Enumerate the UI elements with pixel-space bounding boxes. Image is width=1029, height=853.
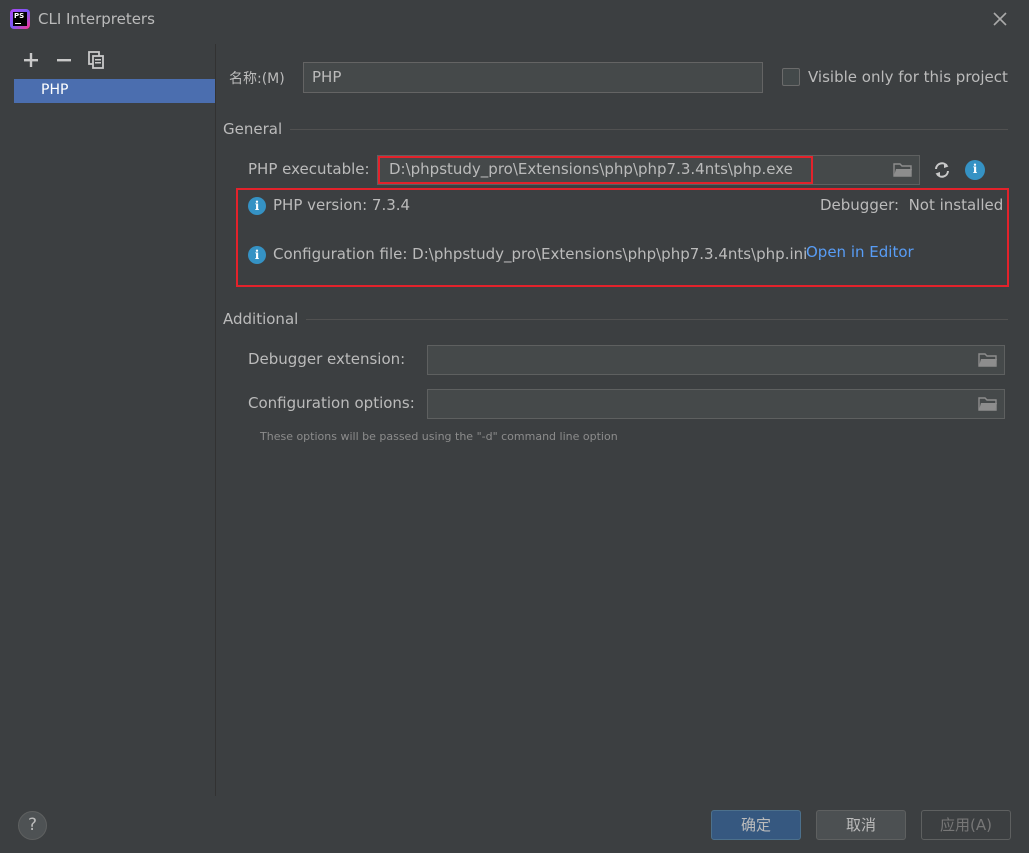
copy-interpreter-button[interactable] — [86, 50, 106, 70]
visible-only-label[interactable]: Visible only for this project — [808, 68, 1008, 86]
debugger-extension-input[interactable] — [427, 345, 1005, 375]
configuration-options-hint: These options will be passed using the "… — [260, 430, 618, 443]
configuration-file-text: Configuration file: D:\phpstudy_pro\Exte… — [273, 245, 808, 263]
phpstorm-logo-text: PS — [14, 12, 25, 20]
name-input[interactable]: PHP — [303, 62, 763, 93]
help-button[interactable]: ? — [18, 811, 47, 840]
ok-button[interactable]: 确定 — [711, 810, 801, 840]
php-executable-label: PHP executable: — [248, 160, 370, 178]
browse-options-button[interactable] — [978, 396, 998, 412]
visible-only-checkbox[interactable] — [782, 68, 800, 86]
configuration-options-input[interactable] — [427, 389, 1005, 419]
additional-section-title: Additional — [223, 310, 299, 328]
interpreter-label: PHP — [41, 82, 69, 98]
remove-interpreter-button[interactable] — [55, 50, 73, 70]
cancel-button[interactable]: 取消 — [816, 810, 906, 840]
minus-icon — [57, 59, 71, 62]
configuration-options-label: Configuration options: — [248, 394, 415, 412]
refresh-icon — [935, 162, 949, 178]
debugger-extension-label: Debugger extension: — [248, 350, 406, 368]
info-icon[interactable]: i — [965, 160, 985, 180]
name-label: 名称:(M) — [229, 71, 285, 87]
close-button[interactable] — [990, 8, 1010, 30]
browse-executable-button[interactable] — [893, 162, 913, 178]
window-title: CLI Interpreters — [38, 10, 155, 28]
plus-icon — [24, 53, 38, 67]
list-item[interactable]: PHP — [14, 79, 215, 103]
folder-icon — [978, 353, 997, 367]
close-icon — [993, 12, 1007, 26]
panel-divider — [215, 44, 216, 796]
general-section-title: General — [223, 120, 283, 138]
debugger-status-text: Debugger: Not installed — [820, 196, 1004, 214]
apply-button[interactable]: 应用(A) — [921, 810, 1011, 840]
folder-icon — [978, 397, 997, 411]
copy-icon — [88, 51, 104, 69]
php-version-text: PHP version: 7.3.4 — [273, 196, 411, 214]
additional-separator — [306, 319, 1008, 320]
info-icon: i — [248, 197, 266, 215]
phpstorm-logo-icon: PS — [10, 9, 30, 29]
reload-button[interactable] — [932, 160, 952, 180]
executable-highlight-box — [378, 156, 813, 184]
open-in-editor-link[interactable]: Open in Editor — [806, 243, 914, 261]
folder-icon — [893, 163, 912, 177]
browse-debugger-button[interactable] — [978, 352, 998, 368]
info-icon: i — [248, 246, 266, 264]
general-separator — [290, 129, 1008, 130]
add-interpreter-button[interactable] — [22, 50, 40, 70]
